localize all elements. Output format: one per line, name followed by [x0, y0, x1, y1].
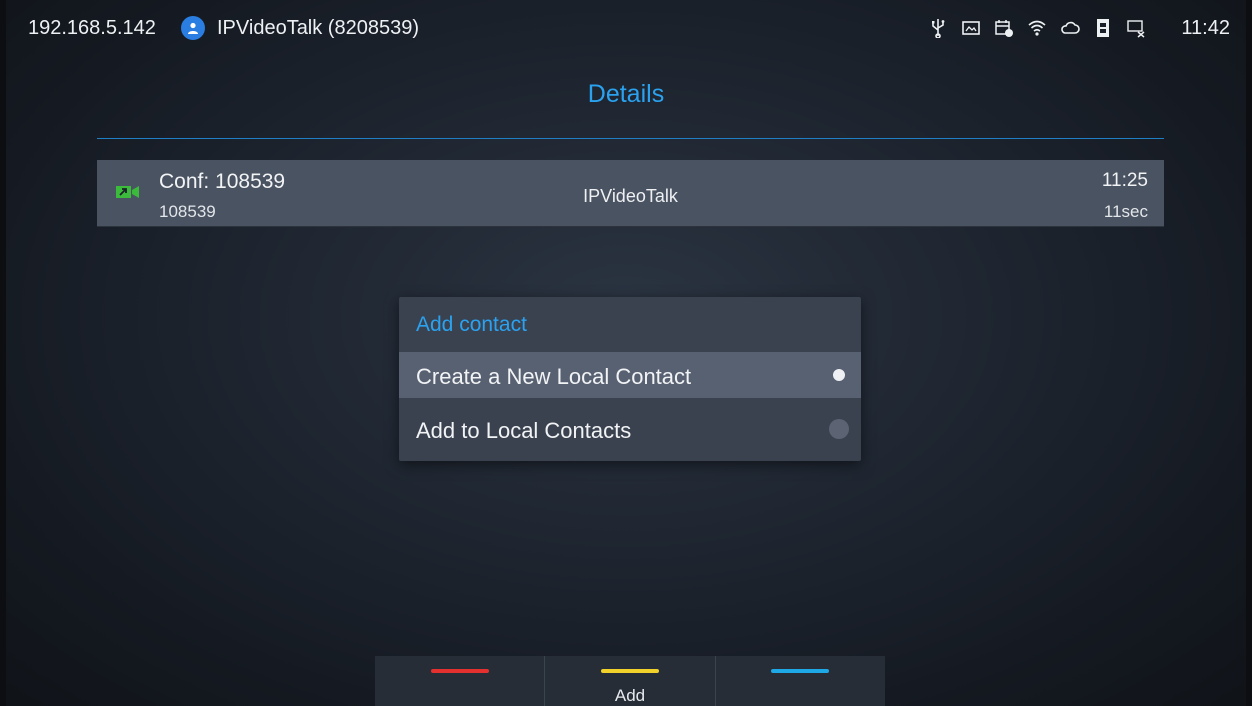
usb-icon: [928, 18, 948, 38]
title-divider: [97, 138, 1164, 139]
ip-address: 192.168.5.142: [28, 17, 156, 39]
call-time: 11:25: [1101, 170, 1148, 191]
option-create-new-local-contact[interactable]: Create a New Local Contact: [399, 352, 861, 398]
red-key-indicator: [430, 669, 489, 673]
network-off-icon: [1126, 18, 1146, 38]
call-duration: 11sec: [1103, 202, 1148, 221]
softkey-add[interactable]: Add: [544, 656, 715, 706]
radio-selected[interactable]: [829, 365, 849, 385]
screen: 192.168.5.142 IPVideoTalk (8208539) 11:4…: [6, 0, 1246, 706]
blue-key-indicator: [771, 669, 830, 673]
calendar-icon: [994, 18, 1014, 38]
wifi-icon: [1027, 18, 1047, 38]
softkey-bar: Add: [375, 656, 885, 706]
softkey-blue[interactable]: [714, 656, 885, 706]
account-name: IPVideoTalk (8208539): [217, 17, 419, 39]
screen-icon: [961, 18, 981, 38]
add-contact-dialog: Add contact Create a New Local Contact A…: [399, 297, 861, 461]
account-icon: [181, 16, 205, 40]
call-account: IPVideoTalk: [583, 186, 678, 206]
status-icons: [928, 18, 1146, 38]
softkey-red[interactable]: [375, 656, 545, 706]
softkey-label: Add: [614, 686, 646, 705]
call-record-row[interactable]: Conf: 108539 108539 IPVideoTalk 11:25 11…: [97, 160, 1164, 227]
option-label: Add to Local Contacts: [416, 418, 632, 443]
clock: 11:42: [1181, 17, 1230, 39]
page-title: Details: [587, 80, 665, 108]
option-add-to-local-contacts[interactable]: Add to Local Contacts: [399, 406, 861, 452]
radio-unselected[interactable]: [829, 419, 849, 439]
cloud-icon: [1060, 18, 1080, 38]
dialog-title: Add contact: [416, 313, 527, 336]
status-bar: 192.168.5.142 IPVideoTalk (8208539) 11:4…: [6, 0, 1246, 60]
sim-icon: [1093, 18, 1113, 38]
yellow-key-indicator: [600, 669, 659, 673]
option-label: Create a New Local Contact: [416, 364, 692, 389]
